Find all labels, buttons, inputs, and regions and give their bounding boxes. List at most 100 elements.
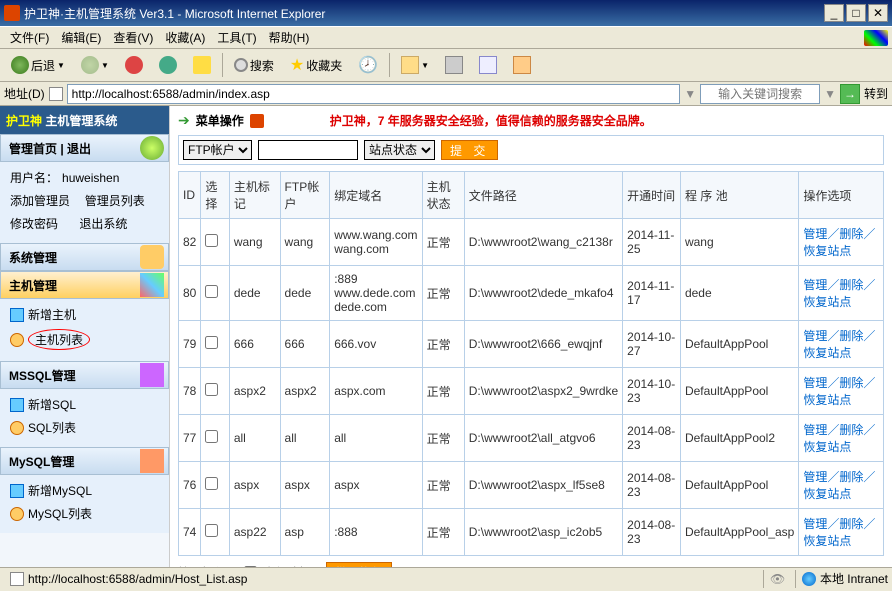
manage-link[interactable]: 管理／ — [803, 423, 839, 437]
delete-link[interactable]: 删除／ — [839, 470, 875, 484]
menu-tools[interactable]: 工具(T) — [211, 27, 262, 48]
addressbar: 地址(D) ▼ ▼ → 转到 — [0, 82, 892, 106]
cell-select — [201, 462, 229, 509]
row: 添加管理员 管理员列表 — [8, 189, 161, 212]
back-button[interactable]: 后退▼ — [4, 52, 72, 78]
cell-ops: 管理／删除／ 恢复站点 — [799, 321, 884, 368]
breadcrumb-label: 菜单操作 — [196, 112, 244, 129]
nav-panel-title[interactable]: 管理首页 | 退出 — [0, 134, 169, 162]
select-all-checkbox[interactable] — [244, 566, 257, 568]
manage-link[interactable]: 管理／ — [803, 329, 839, 343]
delete-link[interactable]: 删除／ — [839, 517, 875, 531]
print-button[interactable] — [438, 52, 470, 78]
cell-select — [201, 415, 229, 462]
mail-button[interactable]: ▼ — [394, 52, 436, 78]
delete-link[interactable]: 删除／ — [839, 278, 875, 292]
sidebar-item-add-host[interactable]: 新增主机 — [8, 303, 161, 326]
manage-link[interactable]: 管理／ — [803, 376, 839, 390]
menu-help[interactable]: 帮助(H) — [263, 27, 316, 48]
separator — [222, 53, 223, 77]
row-checkbox[interactable] — [205, 477, 218, 490]
row-checkbox[interactable] — [205, 430, 218, 443]
manage-link[interactable]: 管理／ — [803, 470, 839, 484]
restore-link[interactable]: 恢复站点 — [803, 244, 851, 258]
manage-link[interactable]: 管理／ — [803, 517, 839, 531]
cell-tag: dede — [229, 266, 280, 321]
menu-fav[interactable]: 收藏(A) — [159, 27, 211, 48]
main-content: ➔ 菜单操作 护卫神，7 年服务器安全经验，值得信赖的服务器安全品牌。 FTP帐… — [170, 106, 892, 567]
search-button[interactable]: 搜索 — [227, 53, 281, 78]
cell-path: D:\wwwroot2\dede_mkafo4 — [464, 266, 622, 321]
close-button[interactable]: ✕ — [868, 4, 888, 22]
chevron-down-icon[interactable]: ▼ — [824, 87, 836, 101]
sidebar-item-sql-list[interactable]: SQL列表 — [8, 416, 161, 439]
manage-link[interactable]: 管理／ — [803, 227, 839, 241]
home-button[interactable] — [186, 52, 218, 78]
edit-button[interactable] — [472, 52, 504, 78]
maximize-button[interactable]: □ — [846, 4, 866, 22]
sys-panel-title[interactable]: 系统管理 — [0, 243, 169, 271]
col-id: ID — [179, 172, 201, 219]
row-checkbox[interactable] — [205, 234, 218, 247]
restore-link[interactable]: 恢复站点 — [803, 440, 851, 454]
account-select[interactable]: FTP帐户 — [183, 140, 252, 160]
account-input[interactable] — [258, 140, 358, 160]
menu-edit[interactable]: 编辑(E) — [55, 27, 107, 48]
row-checkbox[interactable] — [205, 336, 218, 349]
sidebar-item-chpwd[interactable]: 修改密码 — [10, 215, 58, 232]
username-row: 用户名：huweishen — [8, 166, 161, 189]
mysql-panel-title[interactable]: MySQL管理 — [0, 447, 169, 475]
forward-button[interactable]: ▼ — [74, 52, 116, 78]
go-button[interactable]: → — [840, 84, 860, 104]
restore-link[interactable]: 恢复站点 — [803, 295, 851, 309]
discuss-button[interactable] — [506, 52, 538, 78]
filter-bar: FTP帐户 站点状态 提 交 — [178, 135, 884, 165]
address-input[interactable] — [67, 84, 681, 104]
cell-open: 2014-08-23 — [623, 415, 681, 462]
row-checkbox[interactable] — [205, 285, 218, 298]
sidebar-item-add-admin[interactable]: 添加管理员 — [10, 192, 70, 209]
delete-link[interactable]: 删除／ — [839, 329, 875, 343]
shield-icon — [250, 114, 264, 128]
keyword-input[interactable] — [700, 84, 820, 104]
cell-ops: 管理／删除／ 恢复站点 — [799, 368, 884, 415]
cell-ftp: dede — [280, 266, 330, 321]
sidebar-item-add-mysql[interactable]: 新增MySQL — [8, 479, 161, 502]
restore-link[interactable]: 恢复站点 — [803, 487, 851, 501]
sidebar-item-mysql-list[interactable]: MySQL列表 — [8, 502, 161, 525]
delete-link[interactable]: 删除／ — [839, 227, 875, 241]
chevron-down-icon[interactable]: ▼ — [684, 87, 696, 101]
favorites-button[interactable]: ★收藏夹 — [283, 51, 349, 79]
row-checkbox[interactable] — [205, 383, 218, 396]
batch-restore-button[interactable]: 批量恢复 — [326, 562, 392, 567]
search-icon — [234, 58, 248, 72]
restore-link[interactable]: 恢复站点 — [803, 393, 851, 407]
restore-link[interactable]: 恢复站点 — [803, 534, 851, 548]
refresh-button[interactable] — [152, 52, 184, 78]
delete-link[interactable]: 删除／ — [839, 376, 875, 390]
manage-link[interactable]: 管理／ — [803, 278, 839, 292]
cell-state: 正常 — [422, 321, 464, 368]
col-sel: 选择 — [201, 172, 229, 219]
col-domain: 绑定域名 — [330, 172, 422, 219]
sidebar-item-admin-list[interactable]: 管理员列表 — [85, 192, 145, 209]
mssql-panel-title[interactable]: MSSQL管理 — [0, 361, 169, 389]
stop-button[interactable] — [118, 52, 150, 78]
sidebar-item-host-list[interactable]: 主机列表 — [8, 326, 161, 353]
state-select[interactable]: 站点状态 — [364, 140, 435, 160]
cell-open: 2014-08-23 — [623, 462, 681, 509]
page-icon — [49, 87, 63, 101]
host-panel-title[interactable]: 主机管理 — [0, 271, 169, 299]
minimize-button[interactable]: _ — [824, 4, 844, 22]
row: 修改密码 退出系统 — [8, 212, 161, 235]
sidebar-item-logout[interactable]: 退出系统 — [79, 215, 127, 232]
menu-file[interactable]: 文件(F) — [4, 27, 55, 48]
menu-view[interactable]: 查看(V) — [107, 27, 159, 48]
row-checkbox[interactable] — [205, 524, 218, 537]
submit-button[interactable]: 提 交 — [441, 140, 498, 160]
cell-ftp: 666 — [280, 321, 330, 368]
sidebar-item-add-sql[interactable]: 新增SQL — [8, 393, 161, 416]
delete-link[interactable]: 删除／ — [839, 423, 875, 437]
history-button[interactable]: 🕗 — [351, 51, 385, 79]
restore-link[interactable]: 恢复站点 — [803, 346, 851, 360]
